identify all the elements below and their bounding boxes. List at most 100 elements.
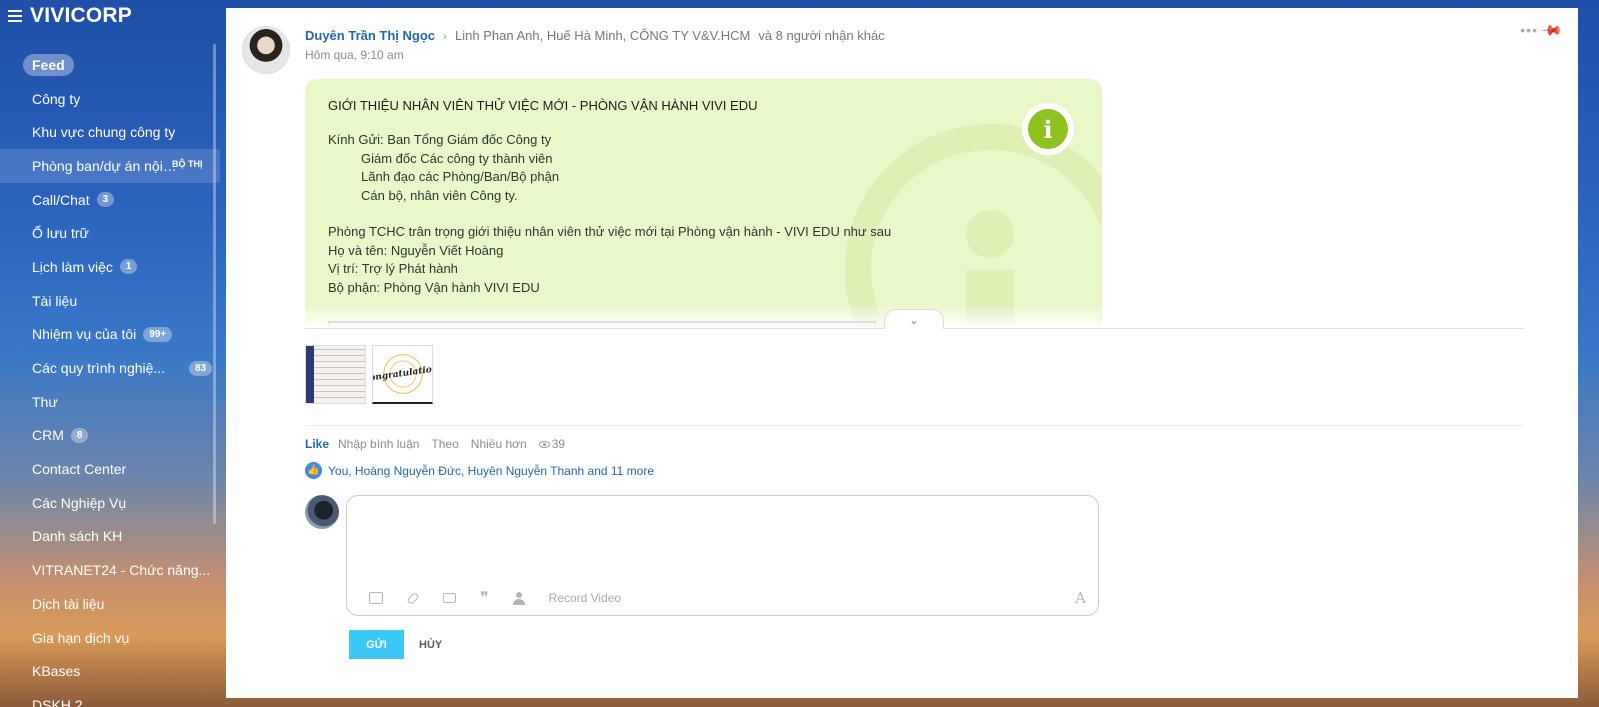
chevron-down-icon: ⌄: [908, 312, 920, 327]
card-body: Kính Gửi: Ban Tổng Giám đốc Công ty Giám…: [328, 131, 891, 297]
cancel-button[interactable]: HỦY: [419, 630, 442, 659]
expand-post-button[interactable]: ⌄: [884, 309, 944, 329]
salutation: Kính Gửi: Ban Tổng Giám đốc Công ty: [328, 132, 552, 147]
sidebar-item-badge: 83: [189, 360, 213, 376]
likers-text[interactable]: You, Hoàng Nguyễn Đức, Huyên Nguyễn Than…: [328, 464, 654, 478]
sidebar-item-documents[interactable]: Tài liệu: [0, 284, 220, 318]
sidebar-item-badge: 99+: [143, 326, 173, 342]
send-button[interactable]: GỬI: [349, 630, 404, 659]
sidebar-item-label: Thư: [32, 393, 58, 410]
sidebar: VIVICORP Feed Công ty Khu vực chung công…: [0, 0, 220, 707]
announcement-card: i GIỚI THIỆU NHÂN VIÊN THỬ VIỆC MỚI - PH…: [305, 79, 1102, 329]
mention-user-icon[interactable]: [512, 591, 525, 605]
sidebar-item-label: Các Nghiệp Vụ: [32, 494, 127, 511]
sidebar-item-label: Feed: [23, 53, 74, 76]
sidebar-item-overlay: BỘ THỊ: [172, 159, 203, 170]
sidebar-item-contact-center[interactable]: Contact Center: [0, 452, 220, 486]
sidebar-item-label: Dịch tài liệu: [32, 595, 105, 612]
follow-button[interactable]: Theo: [431, 437, 458, 451]
recipient-line: Giám đốc Các công ty thành viên: [361, 150, 553, 166]
sidebar-item-operations[interactable]: Các Nghiệp Vụ: [0, 486, 220, 520]
chevron-right-icon: ›: [443, 28, 448, 43]
eye-icon: [538, 440, 550, 448]
department-line: Bộ phận: Phòng Vận hành VIVI EDU: [328, 279, 540, 295]
sidebar-item-label: Gia hạn dịch vụ: [32, 629, 130, 646]
quote-icon[interactable]: ❞: [480, 590, 489, 606]
sidebar-item-label: Ổ lưu trữ: [32, 225, 89, 242]
sidebar-item-label: Công ty: [32, 90, 81, 107]
brand: VIVICORP: [8, 4, 132, 28]
sidebar-item-label: KBases: [32, 663, 81, 680]
sidebar-item-company[interactable]: Công ty: [0, 82, 220, 116]
sidebar-item-dskh2[interactable]: DSKH 2: [0, 688, 220, 707]
sidebar-item-label: Phòng ban/dự án nội bộ: [32, 157, 177, 174]
comment-toolbar: ❞ Record Video: [369, 590, 622, 606]
author-name[interactable]: Duyên Trần Thị Ngọc: [305, 28, 435, 43]
text-format-icon[interactable]: A: [1075, 589, 1086, 607]
sidebar-item-departments[interactable]: Phòng ban/dự án nội bộ BỘ THỊ: [0, 149, 220, 183]
sidebar-item-badge: 3: [96, 192, 115, 208]
sidebar-item-calendar[interactable]: Lịch làm việc 1: [0, 250, 220, 284]
video-icon[interactable]: [443, 593, 456, 603]
sidebar-item-workflows[interactable]: Các quy trình nghiệ... 83: [0, 351, 220, 385]
sidebar-item-label: DSKH 2: [32, 696, 83, 707]
thumbs-up-icon: 👍: [305, 462, 322, 479]
sidebar-item-label: Danh sách KH: [32, 528, 123, 545]
pin-icon[interactable]: 📌: [1539, 18, 1564, 42]
recipient-line: Cán bộ, nhân viên Công ty.: [361, 187, 518, 203]
link-icon[interactable]: [406, 591, 420, 605]
comment-button[interactable]: Nhập bình luận: [338, 437, 419, 451]
view-count: 39: [538, 437, 566, 451]
more-button[interactable]: Nhiều hơn: [471, 437, 527, 451]
brand-name: VIVICORP: [30, 4, 132, 27]
name-line: Họ và tên: Nguyễn Viết Hoàng: [328, 242, 504, 258]
sidebar-item-mail[interactable]: Thư: [0, 385, 220, 419]
sidebar-item-label: VITRANET24 - Chức năng...: [32, 562, 211, 579]
sidebar-item-customer-list[interactable]: Danh sách KH: [0, 520, 220, 554]
sidebar-item-label: Các quy trình nghiệ...: [32, 360, 166, 377]
sidebar-item-call-chat[interactable]: Call/Chat 3: [0, 183, 220, 217]
attachments: Congratulations: [305, 345, 433, 404]
author-avatar[interactable]: [242, 26, 290, 74]
sidebar-item-vitranet24[interactable]: VITRANET24 - Chức năng...: [0, 553, 220, 587]
feed-post: Duyên Trần Thị Ngọc › Linh Phan Anh, Huế…: [226, 8, 1578, 698]
sidebar-item-renewal[interactable]: Gia hạn dịch vụ: [0, 621, 220, 655]
record-video-button[interactable]: Record Video: [549, 591, 622, 605]
sidebar-item-label: Khu vực chung công ty: [32, 124, 176, 141]
recipient-line: Lãnh đạo các Phòng/Ban/Bộ phận: [361, 169, 560, 184]
attach-file-icon[interactable]: [369, 592, 383, 604]
likers[interactable]: 👍 You, Hoàng Nguyễn Đức, Huyên Nguyễn Th…: [305, 462, 654, 479]
card-title: GIỚI THIỆU NHÂN VIÊN THỬ VIỆC MỚI - PHÒN…: [328, 98, 758, 113]
sidebar-item-badge: 8: [70, 427, 89, 443]
sidebar-item-crm[interactable]: CRM 8: [0, 419, 220, 453]
sidebar-item-label: Contact Center: [32, 461, 127, 478]
attachment-table-thumbnail[interactable]: [305, 345, 366, 404]
post-actions: Like Nhập bình luận Theo Nhiều hơn 39: [305, 437, 565, 451]
sidebar-item-label: Tài liệu: [32, 292, 78, 309]
menu-icon[interactable]: [8, 10, 22, 22]
recipients[interactable]: Linh Phan Anh, Huế Hà Minh, CÔNG TY V&V.…: [455, 28, 750, 43]
sidebar-item-label: CRM: [32, 427, 64, 444]
view-count-value: 39: [551, 437, 566, 451]
comment-input[interactable]: ❞ Record Video A: [346, 495, 1099, 616]
sidebar-item-feed[interactable]: Feed: [0, 48, 220, 82]
post-header: Duyên Trần Thị Ngọc › Linh Phan Anh, Huế…: [305, 28, 885, 43]
current-user-avatar: [305, 495, 339, 529]
sidebar-item-storage[interactable]: Ổ lưu trữ: [0, 216, 220, 250]
more-dots-icon[interactable]: •••: [1520, 22, 1538, 38]
sidebar-item-label: Lịch làm việc: [32, 258, 113, 275]
info-icon: i: [1022, 103, 1074, 155]
sidebar-nav: Feed Công ty Khu vực chung công ty Phòng…: [0, 48, 220, 707]
sidebar-item-my-tasks[interactable]: Nhiệm vụ của tôi 99+: [0, 318, 220, 352]
attachment-congrats-thumbnail[interactable]: Congratulations: [372, 345, 433, 404]
sidebar-item-label: Nhiệm vụ của tôi: [32, 326, 137, 343]
sidebar-item-translate[interactable]: Dịch tài liệu: [0, 587, 220, 621]
other-recipients[interactable]: và 8 người nhận khác: [758, 28, 884, 43]
like-button[interactable]: Like: [305, 437, 329, 451]
divider: [305, 425, 1524, 426]
sidebar-item-common-area[interactable]: Khu vực chung công ty: [0, 115, 220, 149]
post-time[interactable]: Hôm qua, 9:10 am: [305, 48, 404, 62]
sidebar-item-label: Call/Chat: [32, 191, 90, 208]
sidebar-item-badge: 1: [119, 259, 138, 275]
sidebar-item-kbases[interactable]: KBases: [0, 654, 220, 688]
